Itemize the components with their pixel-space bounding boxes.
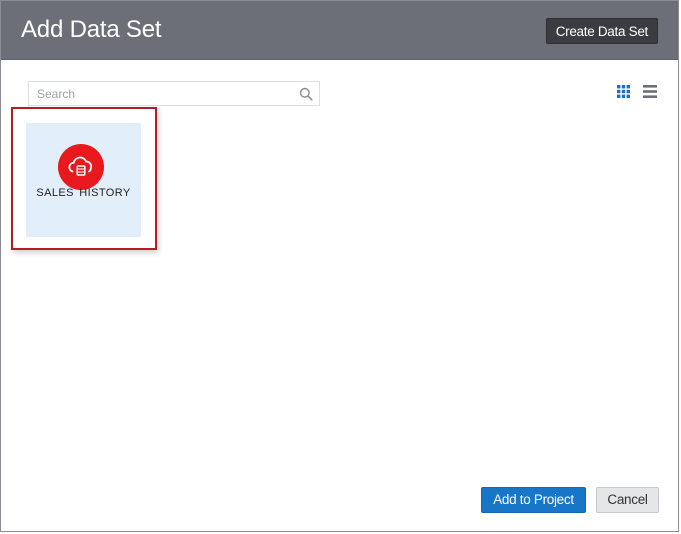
cloud-database-icon	[58, 144, 104, 190]
cancel-button[interactable]: Cancel	[596, 487, 659, 513]
search-icon[interactable]	[299, 87, 313, 101]
search-input[interactable]	[29, 82, 299, 105]
grid-view-icon[interactable]	[617, 85, 630, 98]
dataset-tile[interactable]: SALES HISTORY	[26, 123, 141, 237]
dialog-title: Add Data Set	[21, 16, 162, 43]
dataset-card-selected[interactable]: SALES HISTORY	[11, 107, 157, 250]
add-data-set-dialog: Add Data Set Create Data Set Search SALE…	[0, 0, 679, 532]
search-box[interactable]	[28, 81, 320, 106]
list-view-icon[interactable]	[643, 85, 657, 98]
dataset-label: SALES HISTORY	[36, 187, 131, 199]
create-data-set-button[interactable]: Create Data Set	[545, 18, 658, 44]
dialog-header: Add Data Set Create Data Set	[1, 1, 678, 60]
add-to-project-button[interactable]: Add to Project	[481, 487, 586, 513]
